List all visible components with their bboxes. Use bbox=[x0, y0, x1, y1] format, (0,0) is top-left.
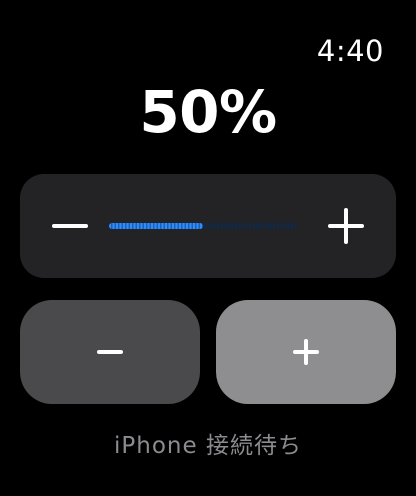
slider-increase-button[interactable] bbox=[318, 198, 374, 254]
connection-status: iPhone 接続待ち bbox=[114, 433, 302, 459]
clock-time: 4:40 bbox=[316, 34, 384, 68]
volume-slider-track[interactable] bbox=[109, 223, 297, 229]
watch-screen: 4:40 50% iPhone 接続待ち bbox=[0, 0, 416, 496]
volume-up-button[interactable] bbox=[216, 300, 396, 404]
volume-down-button[interactable] bbox=[20, 300, 200, 404]
volume-level: 50% bbox=[139, 78, 277, 146]
slider-decrease-button[interactable] bbox=[42, 198, 98, 254]
volume-slider-card bbox=[20, 174, 396, 278]
volume-slider-fill bbox=[109, 223, 203, 229]
